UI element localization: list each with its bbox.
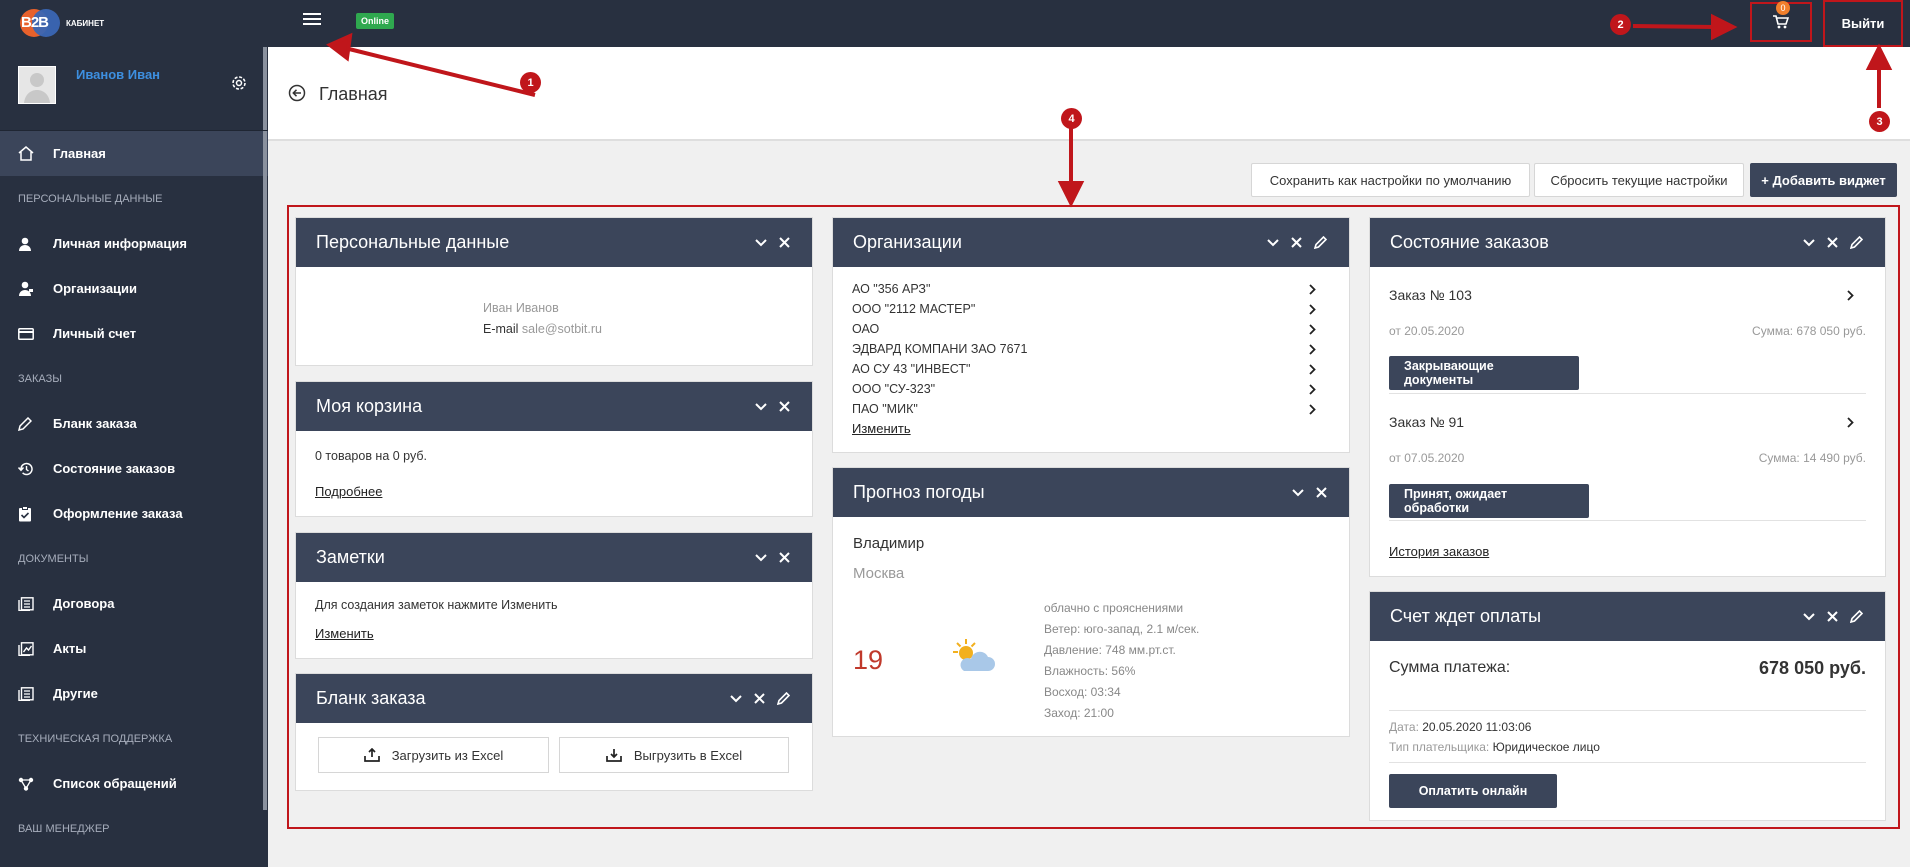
- annotation-marker-4: 4: [1061, 108, 1082, 129]
- arrowhead-1: [326, 32, 353, 62]
- annotation-marker-3: 3: [1869, 111, 1890, 132]
- arrowhead-2: [1711, 13, 1738, 41]
- annotation-marker-2: 2: [1610, 14, 1631, 35]
- arrow-2: [1632, 24, 1716, 29]
- arrow-1: [344, 46, 536, 97]
- annotation-arrows: [326, 13, 1893, 208]
- annotation-marker-1: 1: [520, 72, 541, 93]
- arrowhead-4: [1057, 181, 1085, 208]
- arrowhead-3: [1865, 43, 1893, 70]
